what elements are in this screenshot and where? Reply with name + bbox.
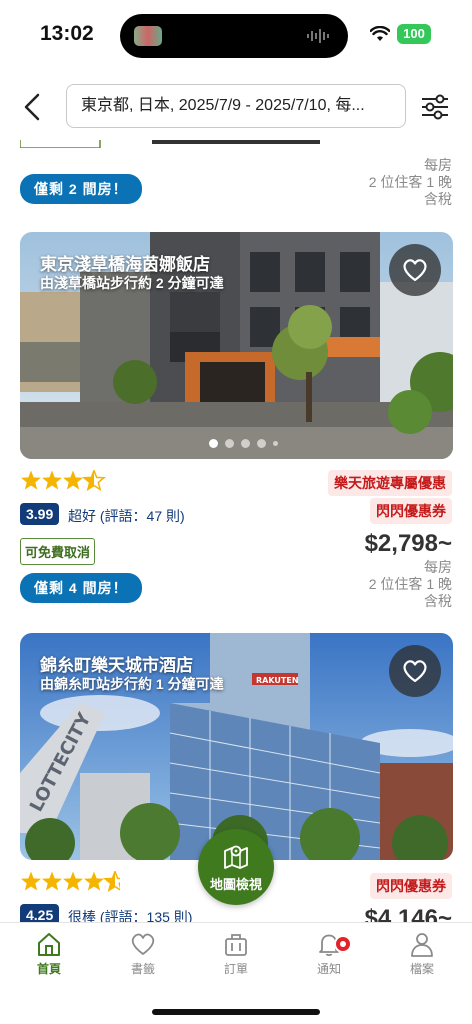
hotel-photo[interactable]: 東京淺草橋海茵娜飯店 由淺草橋站步行約 2 分鐘可達	[20, 232, 453, 459]
star-icon	[21, 871, 41, 891]
clipped-previous-row	[20, 140, 320, 148]
person-icon	[411, 933, 433, 957]
star-rating	[21, 871, 120, 893]
heart-icon	[403, 259, 427, 282]
tab-bookmarks[interactable]: 書籤	[108, 931, 178, 977]
tab-home[interactable]: 首頁	[14, 931, 84, 977]
bookmark-button[interactable]	[389, 244, 441, 296]
wifi-icon	[370, 26, 390, 41]
promo-badge: 樂天旅遊專屬優惠	[328, 470, 452, 496]
star-icon	[84, 871, 104, 891]
suitcase-icon	[225, 934, 247, 956]
hotel-card[interactable]: 東京淺草橋海茵娜飯店 由淺草橋站步行約 2 分鐘可達 樂天旅遊專屬優惠 3.99…	[0, 232, 472, 612]
review-score-badge: 4.25	[20, 904, 60, 922]
tab-profile[interactable]: 檔案	[387, 931, 457, 977]
tab-notifications[interactable]: 通知	[294, 931, 364, 977]
hotel-results-list[interactable]: 僅剩 2 間房！ 每房 2 位住客 1 晚 含稅 東京淺草橋海茵娜飯店 由淺草橋…	[0, 140, 472, 922]
home-indicator[interactable]	[152, 1009, 320, 1015]
rooms-remaining-badge: 僅剩 2 間房！	[20, 174, 142, 204]
search-summary-field[interactable]: 東京都, 日本, 2025/7/9 - 2025/7/10, 每...	[66, 84, 406, 128]
map-view-label: 地圖檢視	[209, 877, 262, 892]
star-icon	[21, 470, 41, 490]
audio-wave-icon	[307, 29, 329, 43]
tab-label: 檔案	[409, 962, 434, 976]
tab-bookings[interactable]: 訂單	[201, 931, 271, 977]
hotel-access: 由淺草橋站步行約 2 分鐘可達	[40, 275, 224, 291]
heart-icon	[131, 933, 155, 955]
half-star-icon	[82, 470, 106, 492]
hotel-name: 錦糸町樂天城市酒店	[40, 656, 193, 675]
notification-badge	[334, 935, 352, 953]
heart-icon	[403, 660, 427, 683]
hotel-card-previous[interactable]: 僅剩 2 間房！ 每房 2 位住客 1 晚 含稅	[0, 140, 472, 212]
filter-sliders-icon[interactable]	[420, 92, 450, 122]
coupon-badge: 閃閃優惠券	[370, 873, 452, 899]
hotel-price: $2,798~	[364, 530, 452, 557]
battery-indicator: 100	[397, 24, 431, 44]
star-icon	[63, 470, 83, 490]
status-time: 13:02	[40, 22, 94, 45]
status-bar: 13:02 100	[0, 0, 472, 70]
bottom-tab-bar: 首頁 書籤 訂單 通知 檔案	[0, 922, 472, 1024]
hotel-name: 東京淺草橋海茵娜飯店	[40, 255, 210, 274]
half-star-icon	[103, 871, 120, 893]
price-unit-note: 每房 2 位住客 1 晚 含稅	[368, 157, 452, 207]
now-playing-thumbnail	[134, 26, 162, 46]
tab-label: 訂單	[223, 962, 248, 976]
hotel-photo[interactable]: LOTTECITY RAKUTEN 錦糸町樂天城市酒店 由錦糸町站步行約 1 分…	[20, 633, 453, 860]
review-summary: 超好 (評語：47 則)	[68, 508, 185, 524]
star-rating	[21, 470, 106, 492]
bookmark-button[interactable]	[389, 645, 441, 697]
tab-label: 通知	[316, 962, 341, 976]
dynamic-island[interactable]	[120, 14, 348, 58]
search-header: 東京都, 日本, 2025/7/9 - 2025/7/10, 每...	[0, 80, 472, 136]
rooms-remaining-badge: 僅剩 4 間房！	[20, 573, 142, 603]
free-cancellation-tag: 可免費取消	[20, 538, 96, 565]
coupon-badge: 閃閃優惠券	[370, 498, 452, 524]
map-pin-icon	[224, 845, 248, 869]
star-icon	[63, 871, 83, 891]
rooftop-sign-text: RAKUTEN	[256, 676, 299, 685]
tab-label: 書籤	[130, 962, 155, 976]
star-icon	[42, 470, 62, 490]
review-score-badge: 3.99	[20, 503, 60, 525]
map-view-button[interactable]: 地圖檢視	[198, 829, 274, 905]
tab-label: 首頁	[36, 962, 61, 976]
review-summary: 很棒 (評語：135 則)	[68, 909, 193, 922]
photo-pager-dots[interactable]	[209, 438, 278, 448]
price-unit-note: 每房 2 位住客 1 晚 含稅	[368, 559, 452, 609]
home-icon	[38, 933, 60, 956]
back-arrow-icon[interactable]	[20, 92, 48, 122]
star-icon	[42, 871, 62, 891]
hotel-access: 由錦糸町站步行約 1 分鐘可達	[40, 676, 224, 692]
hotel-price: $4,146~	[364, 905, 452, 922]
